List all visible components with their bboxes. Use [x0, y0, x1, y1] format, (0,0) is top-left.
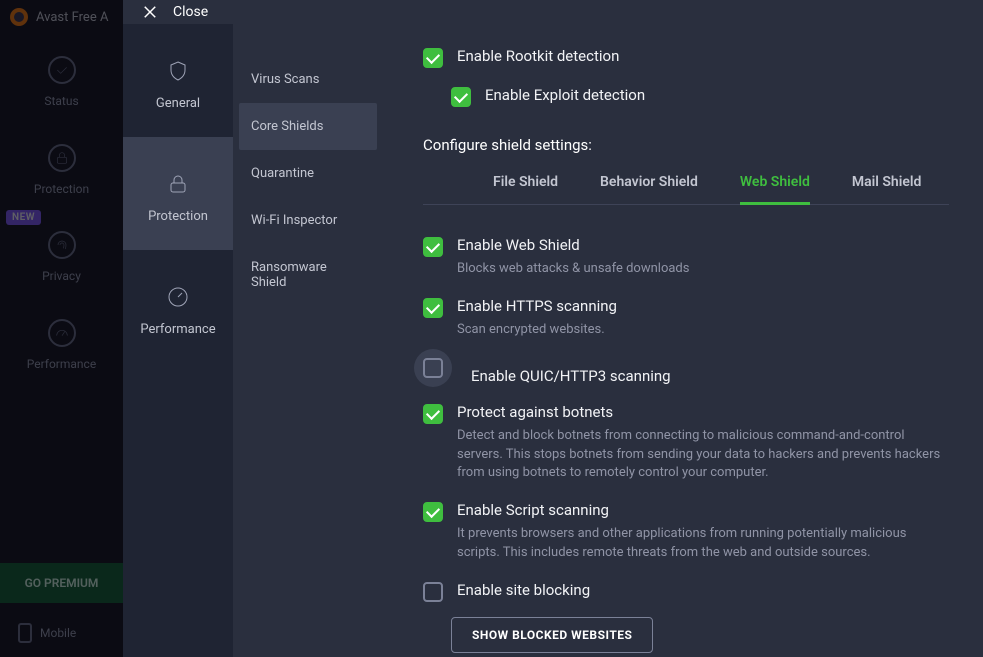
- checkbox-focus-ring: [414, 349, 452, 387]
- option-web-shield: Enable Web Shield Blocks web attacks & u…: [423, 227, 949, 288]
- lock-icon: [165, 171, 191, 197]
- main-nav-label: Protection: [34, 182, 89, 196]
- main-nav-mobile[interactable]: Mobile: [0, 623, 123, 643]
- modal-body: General Protection Performance Virus Sca…: [123, 24, 983, 657]
- shield-outline-icon: [165, 58, 191, 84]
- settings-content: Enable Rootkit detection Enable Exploit …: [383, 24, 983, 657]
- subcat-quarantine[interactable]: Quarantine: [233, 150, 383, 197]
- app-main-nav: Avast Free A Status Protection NEW Priva…: [0, 0, 123, 657]
- subcat-wifi-inspector[interactable]: Wi-Fi Inspector: [233, 197, 383, 244]
- checkbox[interactable]: [423, 582, 443, 602]
- main-nav-mobile-label: Mobile: [40, 626, 76, 640]
- configure-title: Configure shield settings:: [423, 136, 949, 154]
- main-nav-protection[interactable]: Protection: [0, 122, 123, 210]
- subcat-core-shields[interactable]: Core Shields: [239, 103, 377, 150]
- gauge-icon: [165, 284, 191, 310]
- main-nav-status[interactable]: Status: [0, 34, 123, 122]
- option-label: Enable Rootkit detection: [457, 47, 619, 65]
- settings-modal: Close General Protection Performance: [123, 0, 983, 657]
- settings-subcat-list: Virus Scans Core Shields Quarantine Wi-F…: [233, 24, 383, 657]
- tab-web-shield[interactable]: Web Shield: [740, 164, 810, 205]
- shield-tabs: File Shield Behavior Shield Web Shield M…: [423, 164, 949, 205]
- option-label: Enable Exploit detection: [485, 86, 645, 104]
- mobile-icon: [18, 623, 32, 643]
- cat-label: Protection: [148, 209, 208, 224]
- app-title: Avast Free A: [36, 10, 108, 25]
- close-icon: [141, 3, 159, 21]
- option-botnets: Protect against botnets Detect and block…: [423, 394, 949, 493]
- app-brand: Avast Free A: [0, 0, 123, 34]
- cat-label: General: [156, 96, 200, 111]
- main-nav-label: Performance: [27, 357, 96, 371]
- option-rootkit-detection: Enable Rootkit detection: [423, 38, 949, 77]
- option-label: Enable site blocking: [457, 581, 590, 599]
- main-nav-label: Privacy: [42, 269, 81, 283]
- subcat-virus-scans[interactable]: Virus Scans: [233, 56, 383, 103]
- cat-performance[interactable]: Performance: [123, 250, 233, 363]
- go-premium-button[interactable]: GO PREMIUM: [0, 563, 123, 603]
- tab-mail-shield[interactable]: Mail Shield: [852, 164, 922, 205]
- modal-header: Close: [123, 0, 983, 24]
- checkbox[interactable]: [423, 502, 443, 522]
- gauge-icon: [48, 319, 76, 347]
- tab-behavior-shield[interactable]: Behavior Shield: [600, 164, 698, 205]
- option-script-scanning: Enable Script scanning It prevents brows…: [423, 492, 949, 572]
- check-circle-icon: [48, 56, 76, 84]
- option-label: Enable QUIC/HTTP3 scanning: [471, 367, 671, 385]
- option-quic-http3: Enable QUIC/HTTP3 scanning: [423, 349, 949, 394]
- option-label: Enable Web Shield: [457, 236, 689, 254]
- option-exploit-detection: Enable Exploit detection: [423, 77, 949, 116]
- checkbox[interactable]: [423, 298, 443, 318]
- option-desc: Scan encrypted websites.: [457, 321, 617, 340]
- main-nav-label: Status: [44, 94, 78, 108]
- checkbox[interactable]: [423, 404, 443, 424]
- close-label: Close: [173, 4, 208, 20]
- checkbox[interactable]: [423, 237, 443, 257]
- new-badge: NEW: [6, 210, 41, 225]
- checkbox[interactable]: [423, 48, 443, 68]
- main-nav-privacy[interactable]: Privacy: [0, 225, 123, 297]
- cat-label: Performance: [140, 322, 215, 337]
- cat-protection[interactable]: Protection: [123, 137, 233, 250]
- option-desc: It prevents browsers and other applicati…: [457, 525, 949, 563]
- option-desc: Blocks web attacks & unsafe downloads: [457, 260, 689, 279]
- cat-general[interactable]: General: [123, 24, 233, 137]
- option-label: Enable Script scanning: [457, 501, 949, 519]
- main-nav-performance[interactable]: Performance: [0, 297, 123, 385]
- option-label: Enable HTTPS scanning: [457, 297, 617, 315]
- avast-logo-icon: [10, 8, 28, 26]
- subcat-ransomware-shield[interactable]: Ransomware Shield: [233, 244, 383, 306]
- option-desc: Detect and block botnets from connecting…: [457, 427, 949, 484]
- settings-category-sidebar: General Protection Performance: [123, 24, 233, 657]
- close-button[interactable]: [141, 3, 159, 21]
- fingerprint-icon: [48, 231, 76, 259]
- show-blocked-websites-button[interactable]: SHOW BLOCKED WEBSITES: [451, 617, 653, 653]
- option-https-scanning: Enable HTTPS scanning Scan encrypted web…: [423, 288, 949, 349]
- tab-file-shield[interactable]: File Shield: [493, 164, 558, 205]
- checkbox[interactable]: [423, 358, 443, 378]
- option-label: Protect against botnets: [457, 403, 949, 421]
- option-site-blocking: Enable site blocking: [423, 572, 949, 611]
- checkbox[interactable]: [451, 87, 471, 107]
- lock-icon: [48, 144, 76, 172]
